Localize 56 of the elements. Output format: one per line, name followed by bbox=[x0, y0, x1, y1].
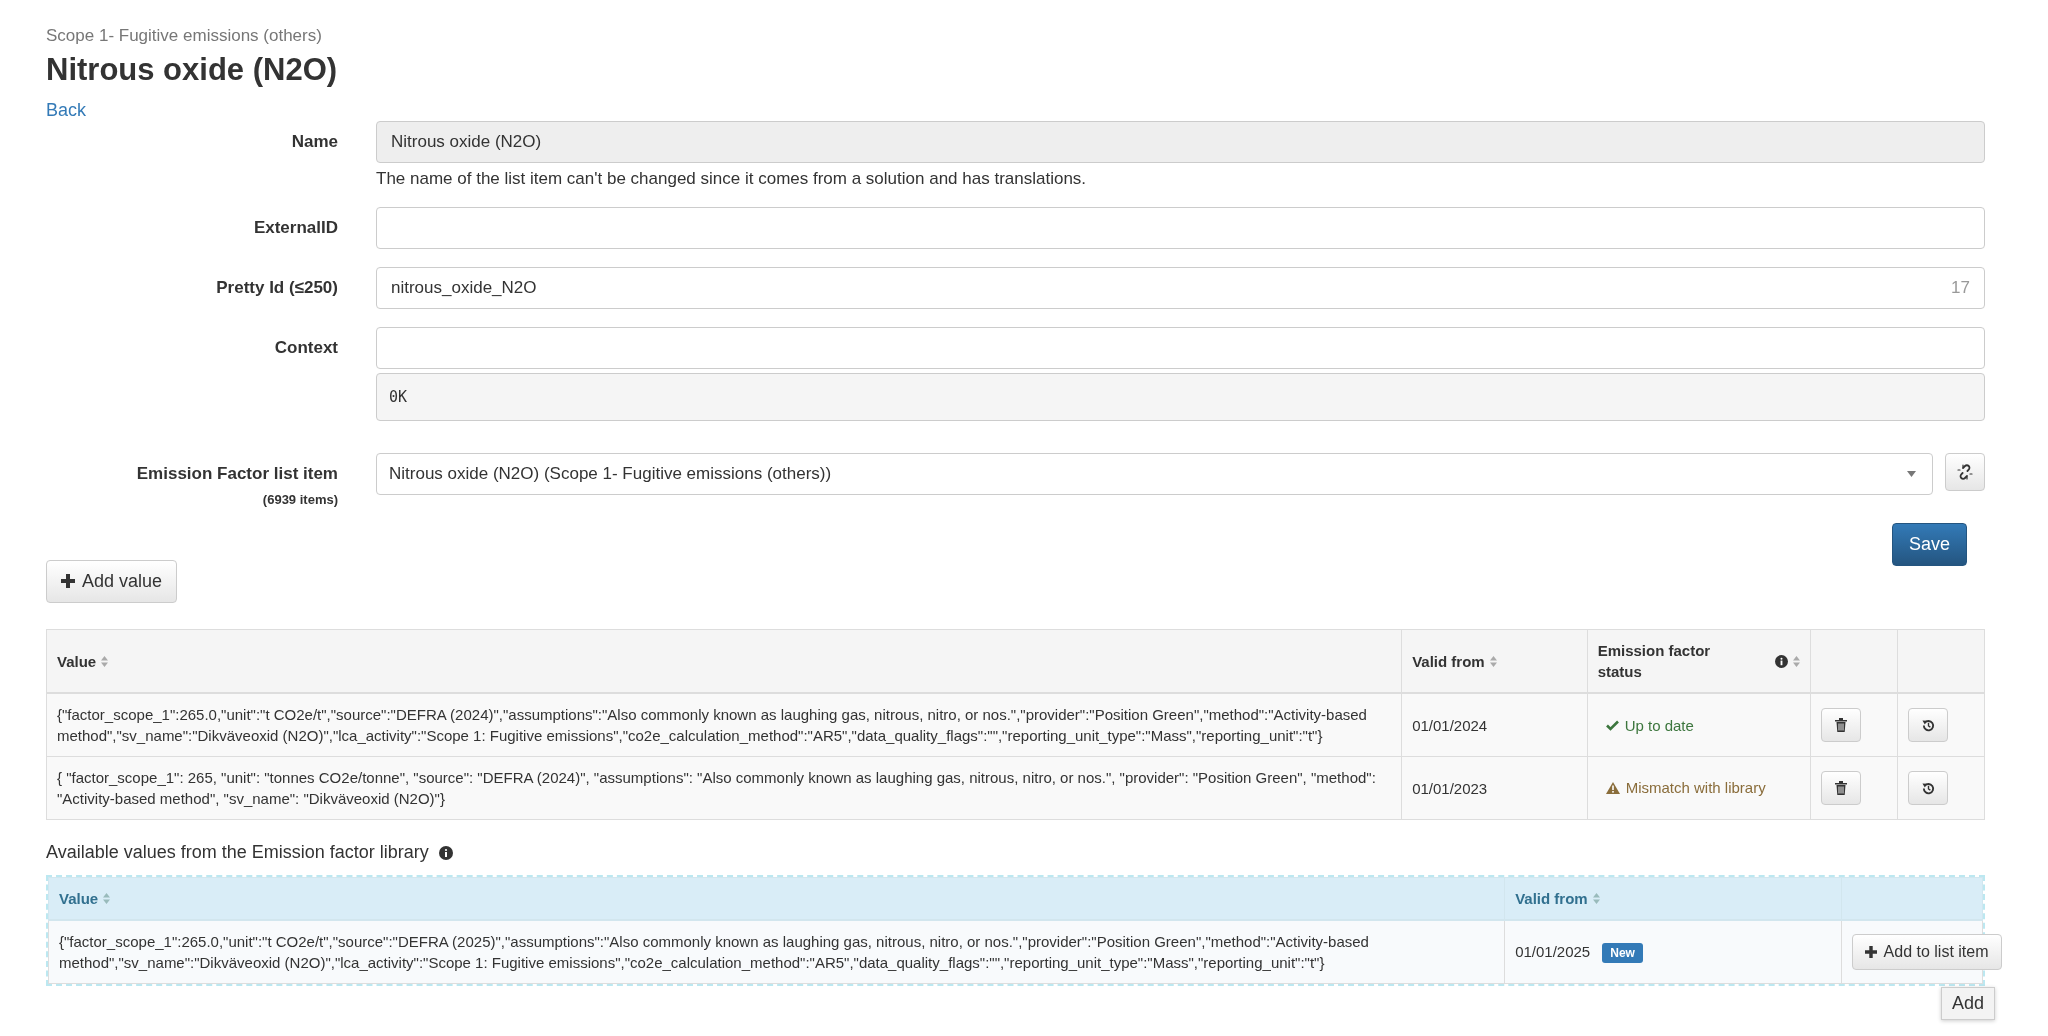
section-heading: Available values from the Emission factor library bbox=[46, 842, 429, 863]
value-cell: {"factor_scope_1":265.0,"unit":"t CO2e/t","source":"DEFRA (2025)","assumptions":"Also commonly known as laughing gas, nitrous, nitro, or nos.","provider":"Position Green","method":"Activity-based method","sv_name":"Dikväveoxid (N2O)","lca_activity":"Scope 1: Fugitive emissions","co2e_calculation_method":"AR5","data_quality_flags":"","reporting_unit_type":"Mass","reporting_unit":"t"} bbox=[59, 933, 1369, 971]
page-title: Nitrous oxide (N2O) bbox=[46, 52, 339, 88]
character-counter: 17 bbox=[1951, 278, 1970, 298]
save-button[interactable]: Save bbox=[1891, 523, 1967, 566]
date-cell: 01/01/2024 bbox=[1412, 716, 1488, 734]
value-cell: { "factor_scope_1": 265, "unit": "tonnes CO2e/tonne", "source": "DEFRA (2024)", "assumptions": "Also commonly known as laughing gas, nitrous, nitro, or nos.", "provider": "Position Green", "method": "Activity-based method", "sv_name": "Dikväveoxid (N2O)"} bbox=[57, 769, 1376, 807]
date-cell: 01/01/2025 bbox=[1515, 942, 1591, 960]
unlink-button[interactable] bbox=[1945, 453, 1985, 491]
date-cell: 01/01/2023 bbox=[1412, 779, 1488, 797]
sort-icon bbox=[1592, 893, 1600, 904]
status-label: Mismatch with library bbox=[1605, 777, 1766, 799]
add-value-button[interactable]: Add value bbox=[46, 560, 178, 603]
history-icon bbox=[1921, 781, 1935, 795]
column-header[interactable]: Value bbox=[59, 888, 111, 909]
plus-icon bbox=[61, 574, 75, 588]
status-label: Up to date bbox=[1605, 714, 1694, 736]
trash-icon bbox=[1835, 718, 1848, 732]
restore-button[interactable] bbox=[1908, 771, 1949, 805]
info-icon bbox=[438, 845, 453, 860]
emission-factor-select[interactable]: Nitrous oxide (N2O) (Scope 1- Fugitive emissions (others)) bbox=[376, 453, 1933, 495]
check-icon bbox=[1605, 719, 1619, 731]
help-text: The name of the list item can't be changed since it comes from a solution and has translations. bbox=[376, 169, 1088, 189]
field-label: Name bbox=[290, 131, 338, 153]
sort-icon bbox=[1793, 655, 1801, 667]
sort-icon bbox=[101, 655, 109, 667]
field-label: Emission Factor list item bbox=[136, 464, 338, 484]
restore-button[interactable] bbox=[1908, 708, 1949, 742]
column-header[interactable]: Valid from bbox=[1515, 888, 1600, 909]
external-id-field[interactable] bbox=[376, 207, 1985, 249]
column-header[interactable]: Valid from bbox=[1412, 650, 1497, 672]
add-to-list-button[interactable]: Add to list item bbox=[1851, 934, 2002, 970]
item-count: (6939 items) bbox=[262, 492, 338, 507]
delete-button[interactable] bbox=[1821, 708, 1862, 742]
field-label: Context bbox=[273, 337, 338, 359]
field-label: Pretty Id (≤250) bbox=[215, 277, 338, 299]
back-link[interactable]: Back bbox=[46, 100, 87, 121]
new-badge: New bbox=[1602, 942, 1643, 964]
delete-button[interactable] bbox=[1821, 771, 1862, 805]
plus-icon bbox=[1864, 946, 1877, 958]
warning-icon bbox=[1605, 781, 1620, 794]
sort-icon bbox=[1489, 655, 1497, 667]
sort-icon bbox=[103, 893, 111, 904]
field-label: ExternalID bbox=[252, 217, 338, 239]
broken-link-icon bbox=[1957, 464, 1973, 480]
trash-icon bbox=[1835, 781, 1848, 795]
tooltip: Add bbox=[1940, 987, 1995, 1020]
info-icon bbox=[1775, 654, 1789, 668]
pretty-id-field[interactable]: nitrous_oxide_N2O 17 bbox=[376, 267, 1985, 309]
value-cell: {"factor_scope_1":265.0,"unit":"t CO2e/t","source":"DEFRA (2024)","assumptions":"Also commonly known as laughing gas, nitrous, nitro, or nos.","provider":"Position Green","method":"Activity-based method","sv_name":"Dikväveoxid (N2O)","lca_activity":"Scope 1: Fugitive emissions","co2e_calculation_method":"AR5","data_quality_flags":"","reporting_unit_type":"Mass","reporting_unit":"t"} bbox=[57, 706, 1367, 744]
history-icon bbox=[1921, 718, 1935, 732]
context-field[interactable] bbox=[376, 327, 1985, 369]
column-header[interactable]: Value bbox=[57, 650, 109, 672]
breadcrumb: Scope 1- Fugitive emissions (others) bbox=[46, 26, 323, 46]
caret-icon bbox=[1907, 471, 1916, 477]
context-preview: 0K bbox=[376, 373, 1985, 421]
